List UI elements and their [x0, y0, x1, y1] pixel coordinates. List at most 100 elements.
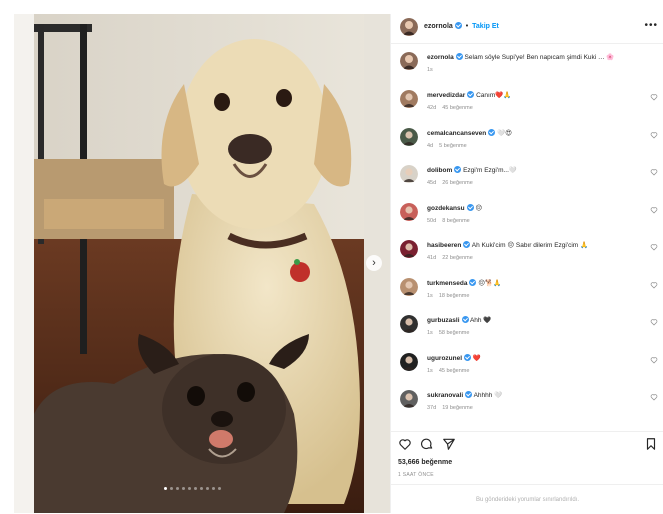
comment-time: 41d: [427, 255, 437, 261]
likes-count[interactable]: 53,666 beğenme: [398, 459, 452, 466]
comment-likes[interactable]: 5 beğenme: [439, 143, 467, 149]
commenter-avatar[interactable]: [400, 127, 418, 146]
commenter-avatar[interactable]: [400, 277, 418, 296]
next-photo-button[interactable]: ›: [366, 255, 382, 271]
comment-likes[interactable]: 45 beğenme: [439, 368, 470, 374]
more-icon[interactable]: •••: [644, 20, 658, 31]
author-avatar[interactable]: [400, 52, 418, 70]
comment-like-icon[interactable]: [650, 168, 658, 176]
commenter-avatar[interactable]: [400, 352, 418, 371]
comment-like-icon[interactable]: [650, 93, 658, 101]
comment-likes[interactable]: 45 beğenme: [442, 105, 473, 111]
comment-like-icon[interactable]: [650, 356, 658, 364]
comment-item: dolibom Ezgi'm Ezgi'm...🤍 45d 26 beğenme: [391, 164, 663, 200]
comment-username[interactable]: cemalcancanseven: [427, 130, 486, 137]
comment-body: ❤️: [472, 354, 481, 362]
comment-username[interactable]: turkmenseda: [427, 280, 467, 287]
commenter-avatar[interactable]: [400, 315, 418, 333]
comment-time: 1s: [427, 292, 433, 299]
carousel-dot: [182, 487, 185, 490]
comment-username[interactable]: sukranovali: [427, 392, 463, 399]
follow-button[interactable]: Takip Et: [472, 23, 499, 30]
caption-text: ezornola Selam söyle Supi'ye! Ben napıca…: [427, 53, 647, 62]
comment-likes[interactable]: 18 beğenme: [439, 293, 470, 299]
author-avatar[interactable]: [400, 18, 418, 36]
comment-username[interactable]: hasibeeren: [427, 242, 461, 249]
action-bar: 53,666 beğenme 1 SAAT ÖNCE Bu gönderidek…: [391, 431, 663, 513]
comment-time: 1s: [427, 330, 433, 336]
comment-like-icon[interactable]: [650, 206, 658, 214]
commenter-avatar[interactable]: [400, 390, 418, 408]
comment-like-icon[interactable]: [650, 318, 658, 326]
caption-username[interactable]: ezornola: [427, 54, 454, 61]
comment-text: turkmenseda 😔🐕🙏: [427, 278, 647, 288]
comment-text: ugurozunel ❤️: [427, 353, 647, 363]
caption-meta: 1s: [427, 67, 433, 73]
comment-username[interactable]: ugurozunel: [427, 355, 462, 362]
comment-item: sukranovali Ahhhh 🤍 37d 19 beğenme: [391, 389, 663, 425]
heart-icon[interactable]: [398, 437, 412, 451]
comment-username[interactable]: gozdekansu: [427, 205, 465, 212]
share-icon[interactable]: [442, 437, 456, 451]
comment-username[interactable]: mervedizdar: [427, 92, 465, 99]
comment-username[interactable]: dolibom: [427, 167, 452, 174]
verified-icon: [488, 128, 496, 136]
carousel-dot: [218, 487, 221, 490]
comment-item: hasibeeren Ah Kuki'cim 😔 Sabır dilerim E…: [391, 239, 663, 275]
comment-time: 45d: [427, 180, 437, 186]
comment-meta: 42d 45 beğenme: [427, 105, 473, 111]
comment-text: mervedizdar Canım❤️🙏: [427, 91, 647, 100]
commenter-avatar[interactable]: [400, 90, 418, 108]
comment-meta: 1s 58 beğenme: [427, 330, 469, 336]
dogs-photo: [14, 14, 390, 513]
comment-text: gurbuzasli Ahh 🖤: [427, 316, 647, 325]
verified-icon: [461, 316, 469, 323]
post-dialog: › ezornola • Takip Et ••• ezornola Selam…: [14, 14, 663, 513]
caption-time: 1s: [427, 67, 433, 73]
carousel-dot: [212, 487, 215, 490]
comment-body: Ahhhh 🤍: [473, 392, 503, 399]
caption-body: Selam söyle Supi'ye! Ben napıcam şimdi K…: [464, 54, 615, 61]
carousel-dot: [164, 487, 167, 490]
comment-meta: 1s 18 beğenme: [427, 293, 469, 299]
comment-item: mervedizdar Canım❤️🙏 42d 45 beğenme: [391, 89, 663, 125]
comment-like-icon[interactable]: [650, 131, 658, 139]
bookmark-icon[interactable]: [644, 437, 658, 451]
comment-like-icon[interactable]: [650, 281, 658, 289]
comment-likes[interactable]: 22 beğenme: [442, 255, 473, 261]
post-photo[interactable]: ›: [14, 14, 390, 513]
comment-item: gurbuzasli Ahh 🖤 1s 58 beğenme: [391, 314, 663, 350]
comment-like-icon[interactable]: [650, 393, 658, 401]
comment-body: 😔: [475, 204, 483, 212]
verified-icon: [467, 91, 475, 98]
post-side-panel: ezornola • Takip Et ••• ezornola Selam s…: [390, 14, 663, 513]
commenter-avatar[interactable]: [400, 165, 418, 183]
comment-likes[interactable]: 58 beğenme: [439, 330, 470, 336]
comment-item: turkmenseda 😔🐕🙏 1s 18 beğenme: [391, 277, 663, 313]
commenter-avatar[interactable]: [400, 202, 418, 221]
author-line: ezornola • Takip Et: [424, 22, 499, 30]
carousel-dot: [170, 487, 173, 490]
comment-time: 4d: [427, 142, 434, 149]
verified-icon: [454, 166, 462, 173]
comment-text: gozdekansu 😔: [427, 203, 647, 213]
comment-likes[interactable]: 8 beğenme: [442, 218, 470, 224]
author-username[interactable]: ezornola: [424, 23, 453, 30]
comment-text: dolibom Ezgi'm Ezgi'm...🤍: [427, 166, 647, 175]
comment-icon[interactable]: [420, 437, 434, 451]
comment-text: hasibeeren Ah Kuki'cim 😔 Sabır dilerim E…: [427, 241, 647, 250]
comment-like-icon[interactable]: [650, 243, 658, 251]
comment-meta: 37d 19 beğenme: [427, 405, 473, 411]
comment-likes[interactable]: 26 beğenme: [442, 180, 473, 186]
carousel-dot: [176, 487, 179, 490]
comment-likes[interactable]: 19 beğenme: [442, 405, 473, 411]
comment-body: Ah Kuki'cim 😔 Sabır dilerim Ezgi'cim 🙏: [471, 242, 589, 249]
comment-meta: 1s 45 beğenme: [427, 368, 469, 374]
verified-icon: [463, 241, 471, 248]
verified-icon: [455, 53, 463, 60]
carousel-dot: [200, 487, 203, 490]
comment-username[interactable]: gurbuzasli: [427, 317, 460, 324]
comments-list[interactable]: ezornola Selam söyle Supi'ye! Ben napıca…: [391, 45, 663, 431]
comments-limited-notice: Bu gönderideki yorumlar sınırlandırıldı.: [391, 484, 663, 514]
commenter-avatar[interactable]: [400, 240, 418, 258]
